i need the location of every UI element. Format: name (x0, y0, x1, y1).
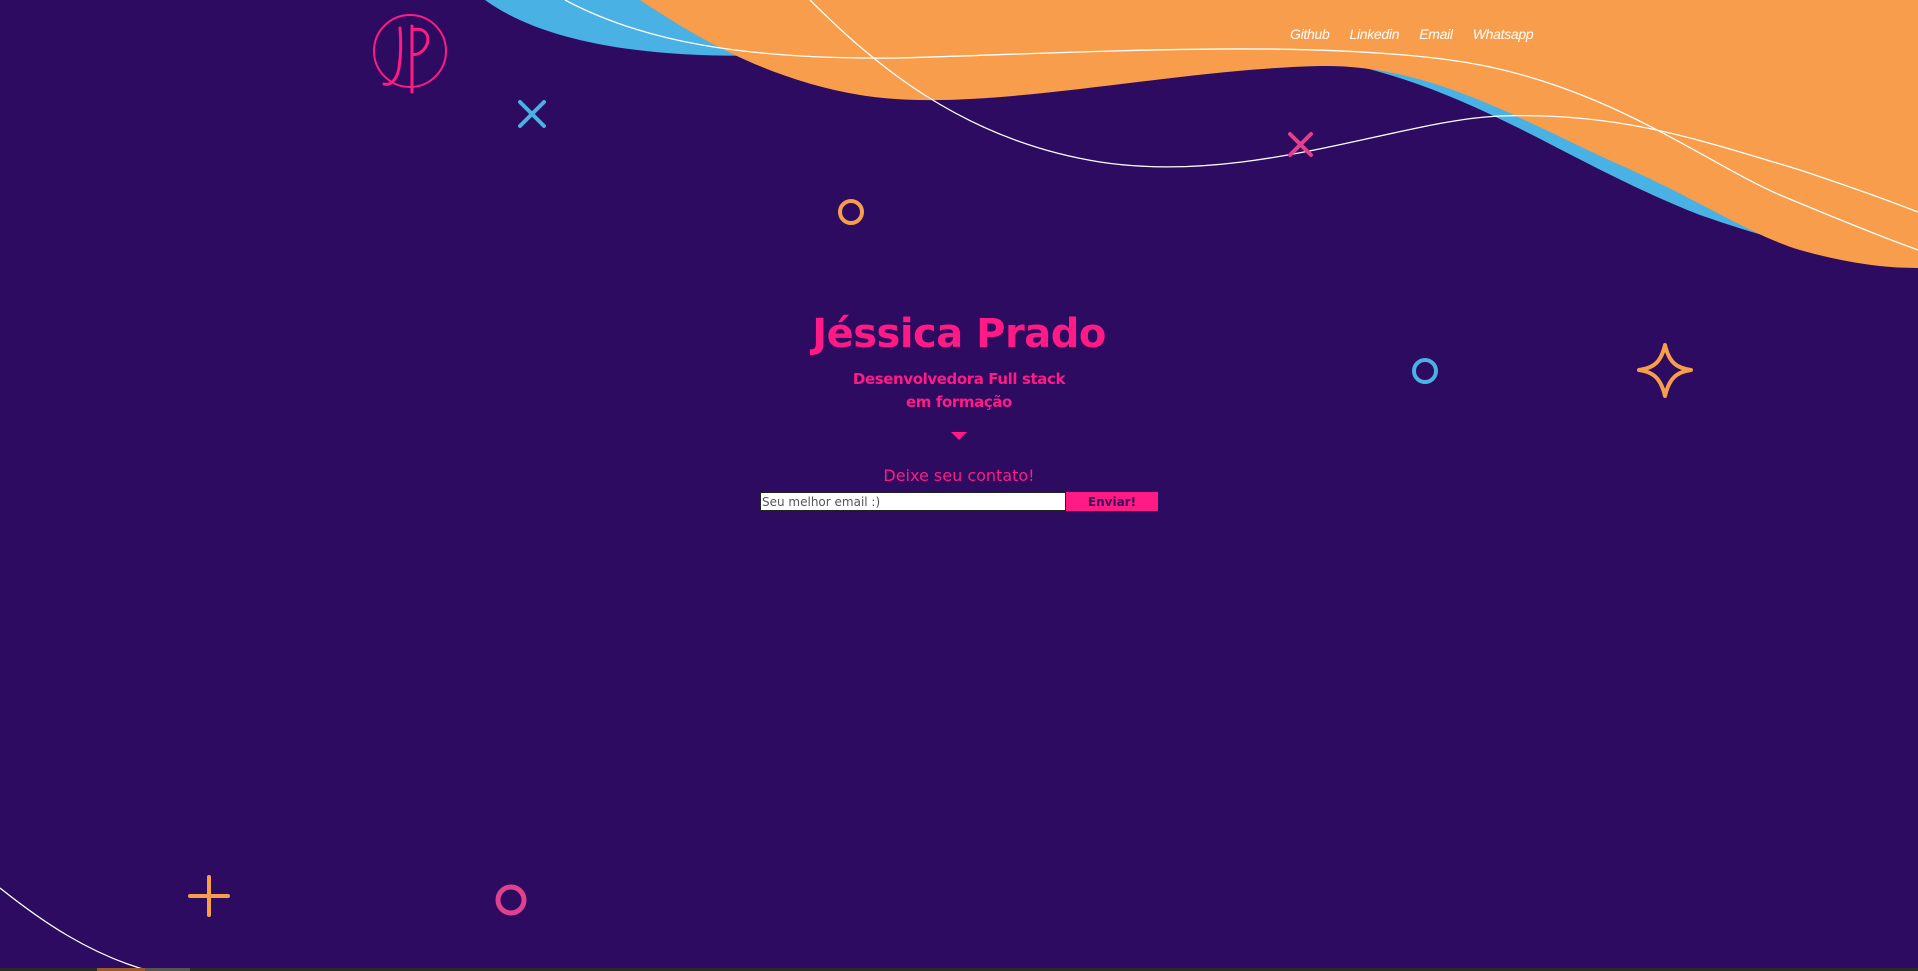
top-nav: Github Linkedin Email Whatsapp (1290, 26, 1534, 42)
caret-down-icon[interactable] (951, 432, 967, 440)
contact-label: Deixe seu contato! (883, 466, 1035, 485)
plus-icon (188, 875, 230, 917)
orange-wave-shape (640, 0, 1918, 268)
hero-subtitle-line2: em formação (906, 393, 1012, 411)
cross-icon (518, 100, 546, 128)
hero-subtitle-line1: Desenvolvedora Full stack (852, 370, 1066, 388)
nav-link-email[interactable]: Email (1419, 26, 1453, 42)
nav-link-github[interactable]: Github (1290, 26, 1330, 42)
hero-subtitle: Desenvolvedora Full stack em formação (0, 368, 1918, 414)
contact-form: Enviar! (0, 492, 1918, 511)
circle-icon (495, 884, 527, 916)
hero-name: Jéssica Prado (812, 311, 1106, 357)
nav-link-whatsapp[interactable]: Whatsapp (1473, 26, 1534, 42)
email-input[interactable] (760, 492, 1066, 511)
circle-icon (838, 199, 864, 225)
jp-monogram-logo[interactable] (370, 10, 450, 96)
white-curve-line (0, 887, 151, 971)
submit-button[interactable]: Enviar! (1066, 492, 1158, 511)
landing-page: Github Linkedin Email Whatsapp Jéssica P… (0, 0, 1918, 971)
nav-link-linkedin[interactable]: Linkedin (1349, 26, 1399, 42)
hero-section: Jéssica Prado Desenvolvedora Full stack … (0, 306, 1918, 511)
